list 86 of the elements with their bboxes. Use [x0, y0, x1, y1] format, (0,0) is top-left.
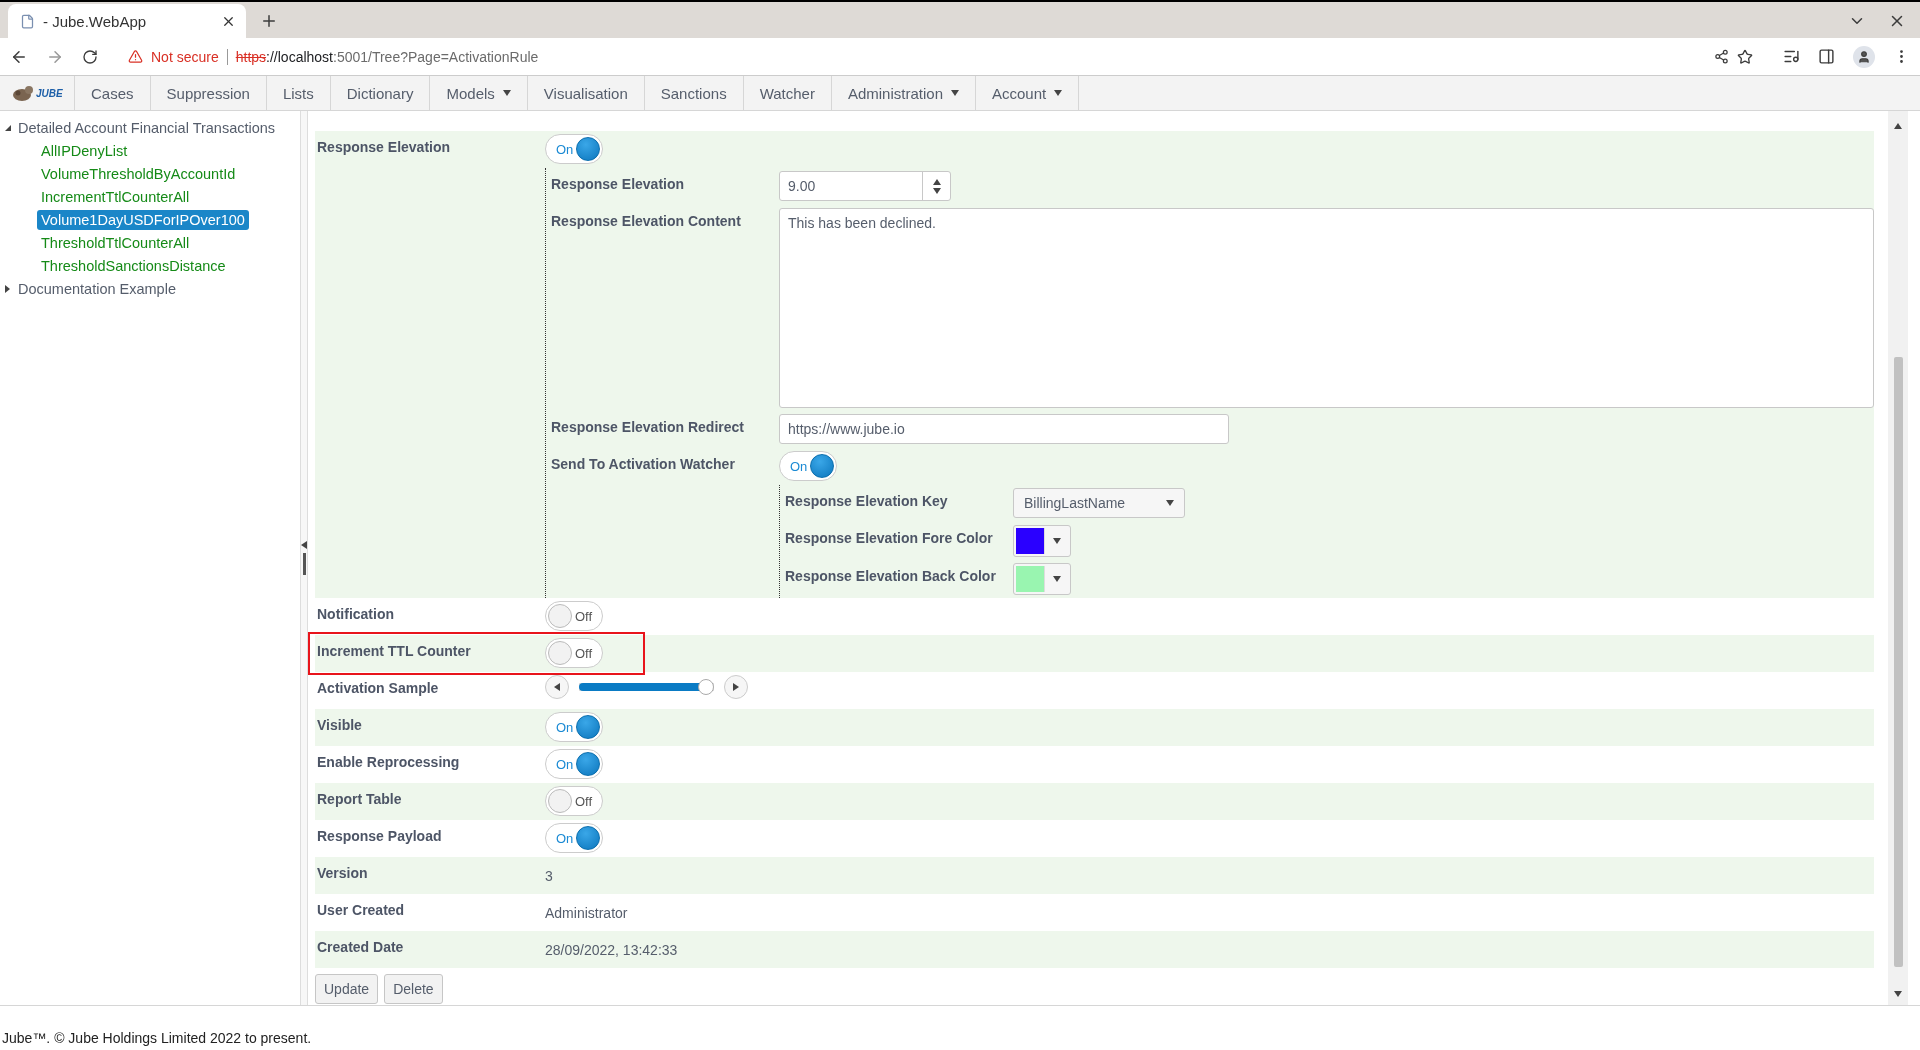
increase-button[interactable] [724, 675, 748, 699]
nav-item[interactable]: Visualisation [527, 76, 645, 110]
field-label: Response Elevation Fore Color [784, 529, 994, 548]
right-arrow-icon [733, 683, 739, 691]
toggle-switch[interactable]: Off [545, 638, 603, 668]
caret-icon [1166, 500, 1174, 506]
toggle-switch[interactable]: Off [545, 786, 603, 816]
toggle-switch[interactable]: On [545, 823, 603, 853]
color-picker[interactable] [1013, 563, 1071, 595]
field-value: Administrator [545, 904, 628, 921]
tree-item[interactable]: VolumeThresholdByAccountId [37, 163, 240, 184]
collapse-arrow-icon [301, 541, 307, 549]
field-label: Enable Reprocessing [316, 753, 461, 772]
security-label: Not secure [151, 48, 219, 65]
field-label: Report Table [316, 790, 403, 809]
new-tab-icon[interactable] [260, 12, 278, 30]
share-icon[interactable] [1714, 49, 1729, 64]
toggle-switch[interactable]: Off [545, 601, 603, 631]
decrease-button[interactable] [545, 675, 569, 699]
scroll-down-icon [1894, 991, 1902, 997]
tree-item[interactable]: Volume1DayUSDForIPOver100 [37, 209, 249, 230]
tree-node[interactable]: Documentation Example [18, 280, 176, 297]
field-label: Response Elevation Key [784, 492, 949, 511]
down-arrow-icon [932, 187, 941, 194]
nav-item[interactable]: Dictionary [330, 76, 431, 110]
media-icon[interactable] [1783, 48, 1800, 65]
tree-item[interactable]: ThresholdSanctionsDistance [37, 255, 230, 276]
nav-item[interactable]: Account [976, 76, 1080, 110]
tree-item[interactable]: ThresholdTtlCounterAll [37, 232, 194, 253]
nav-item[interactable]: Models [430, 76, 528, 110]
reload-icon[interactable] [82, 48, 98, 65]
field-label: Response Elevation [316, 138, 452, 157]
slider-thumb[interactable] [698, 679, 714, 695]
left-arrow-icon [554, 683, 560, 691]
nav-item[interactable]: Sanctions [644, 76, 744, 110]
field-label: Response Elevation Redirect [550, 418, 745, 437]
footer-text: Jube™. © Jube Holdings Limited 2022 to present. [2, 1030, 312, 1046]
profile-icon[interactable] [1853, 45, 1875, 68]
caret-icon [1052, 576, 1061, 582]
field-label: Send To Activation Watcher [550, 455, 736, 474]
field-label: Increment TTL Counter [316, 642, 472, 661]
field-label: Created Date [316, 938, 405, 957]
field-label: Response Elevation [550, 175, 686, 194]
field-label: Response Elevation Back Color [784, 567, 997, 586]
nav-item[interactable]: Watcher [743, 76, 832, 110]
field-value: 28/09/2022, 13:42:33 [545, 941, 678, 958]
logo-icon [12, 84, 34, 102]
toggle-switch[interactable]: On [545, 712, 603, 742]
field-label: Response Payload [316, 827, 443, 846]
field-label: Notification [316, 605, 395, 624]
warning-icon [128, 49, 143, 64]
page-icon [20, 13, 35, 29]
browser-tab[interactable]: - Jube.WebApp [8, 4, 246, 38]
tree-item[interactable]: IncrementTtlCounterAll [37, 186, 194, 207]
number-field[interactable]: 9.00 [779, 171, 951, 201]
form-button[interactable]: Update [315, 974, 379, 1004]
field-label: Version [316, 864, 369, 883]
up-arrow-icon [932, 178, 941, 185]
nav-item[interactable]: Cases [75, 76, 151, 110]
expanded-icon[interactable] [4, 123, 12, 132]
toggle-switch[interactable]: On [545, 134, 603, 164]
toggle-switch[interactable]: On [545, 749, 603, 779]
color-picker[interactable] [1013, 525, 1071, 557]
field-label: Activation Sample [316, 679, 440, 698]
nav-item[interactable]: Suppression [150, 76, 267, 110]
collapsed-icon[interactable] [4, 284, 12, 293]
dropdown[interactable]: BillingLastName [1013, 488, 1185, 518]
nav-item[interactable]: Lists [266, 76, 331, 110]
input-field[interactable]: https://www.jube.io [779, 414, 1229, 444]
scroll-up-icon [1894, 123, 1902, 129]
nav-item[interactable]: Administration [831, 76, 976, 110]
tree-node[interactable]: Detailed Account Financial Transactions [18, 119, 276, 136]
star-icon[interactable] [1737, 48, 1753, 65]
field-value: 3 [545, 867, 553, 884]
text-area[interactable]: This has been declined. [779, 208, 1874, 408]
caret-icon [1052, 538, 1061, 544]
address-bar[interactable]: https://localhost:5001/Tree?Page=ActivationRule [235, 48, 539, 65]
tree-item[interactable]: AllIPDenyList [37, 140, 132, 161]
side-panel-icon[interactable] [1818, 48, 1835, 65]
toggle-switch[interactable]: On [779, 451, 837, 481]
field-label: Response Elevation Content [550, 212, 742, 231]
field-label: Visible [316, 716, 363, 735]
scrollbar[interactable] [1888, 111, 1908, 1005]
field-label: User Created [316, 901, 406, 920]
logo-text: JUBE [36, 87, 63, 99]
form-button[interactable]: Delete [384, 974, 443, 1004]
